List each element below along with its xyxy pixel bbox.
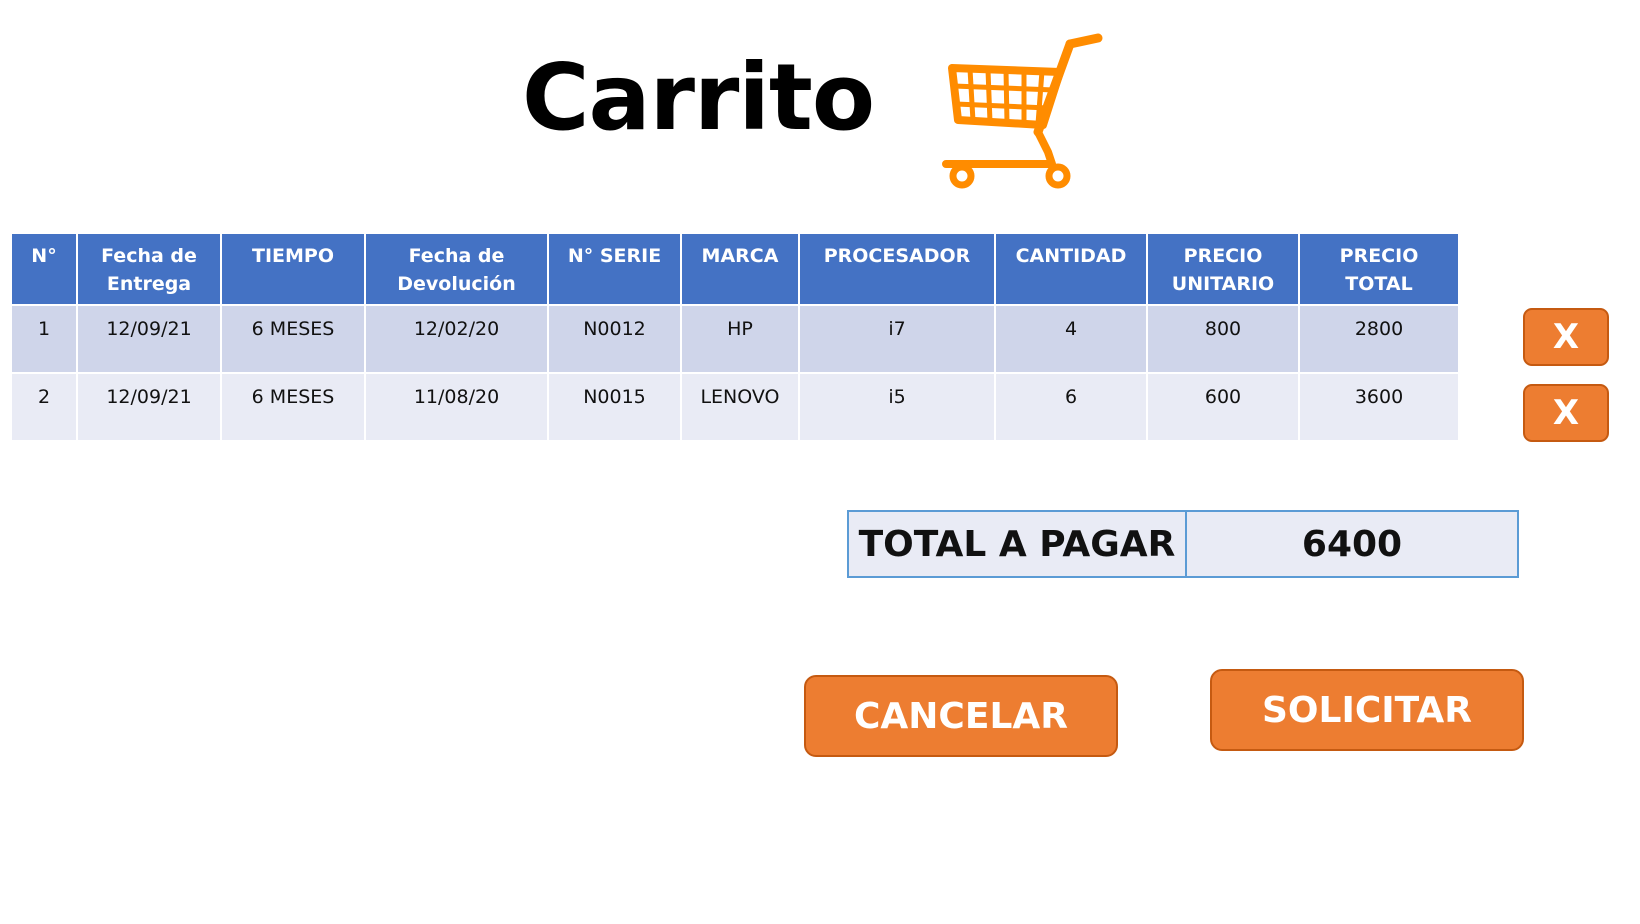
header-fecha-devolucion-line2: Devolución xyxy=(397,273,516,295)
cell-fecha-devolucion: 12/02/20 xyxy=(366,306,547,372)
header-serie: N° SERIE xyxy=(549,234,680,304)
shopping-cart-icon xyxy=(942,33,1103,189)
header-num: N° xyxy=(12,234,76,304)
header-cantidad: CANTIDAD xyxy=(996,234,1146,304)
cell-precio-unitario: 800 xyxy=(1148,306,1298,372)
cell-serie: N0012 xyxy=(549,306,680,372)
cell-marca: LENOVO xyxy=(682,374,798,440)
header-precio-total-line1: PRECIO xyxy=(1339,245,1419,267)
table-header-row: N° Fecha de Entrega TIEMPO Fecha de Devolu… xyxy=(12,234,1458,304)
header-procesador: PROCESADOR xyxy=(800,234,994,304)
header-precio-unitario-line1: PRECIO xyxy=(1183,245,1263,267)
cell-procesador: i7 xyxy=(800,306,994,372)
cell-num: 2 xyxy=(12,374,76,440)
header-fecha-devolucion-line1: Fecha de xyxy=(408,245,505,267)
cell-cantidad: 4 xyxy=(996,306,1146,372)
cell-precio-total: 2800 xyxy=(1300,306,1458,372)
cell-precio-unitario: 600 xyxy=(1148,374,1298,440)
cell-fecha-entrega: 12/09/21 xyxy=(78,306,220,372)
table-row: 1 12/09/21 6 MESES 12/02/20 N0012 HP i7 … xyxy=(12,306,1458,372)
cell-fecha-devolucion: 11/08/20 xyxy=(366,374,547,440)
cell-marca: HP xyxy=(682,306,798,372)
delete-row-2-button[interactable]: X xyxy=(1523,384,1609,442)
cell-fecha-entrega: 12/09/21 xyxy=(78,374,220,440)
cell-cantidad: 6 xyxy=(996,374,1146,440)
total-box: TOTAL A PAGAR 6400 xyxy=(847,510,1519,578)
header-fecha-entrega-line2: Entrega xyxy=(106,273,192,295)
header-fecha-devolucion: Fecha de Devolución xyxy=(366,234,547,304)
header-marca: MARCA xyxy=(682,234,798,304)
page-title: Carrito xyxy=(522,44,875,151)
cart-table: N° Fecha de Entrega TIEMPO Fecha de Devolu… xyxy=(10,232,1460,442)
cell-num: 1 xyxy=(12,306,76,372)
cell-serie: N0015 xyxy=(549,374,680,440)
header-precio-unitario-line2: UNITARIO xyxy=(1171,273,1275,295)
header-precio-unitario: PRECIO UNITARIO xyxy=(1148,234,1298,304)
total-label: TOTAL A PAGAR xyxy=(849,512,1187,576)
total-value: 6400 xyxy=(1301,523,1403,565)
header-fecha-entrega-line1: Fecha de xyxy=(101,245,197,267)
table-row: 2 12/09/21 6 MESES 11/08/20 N0015 LENOVO… xyxy=(12,374,1458,440)
submit-button[interactable]: SOLICITAR xyxy=(1210,669,1524,751)
cell-precio-total: 3600 xyxy=(1300,374,1458,440)
delete-row-1-button[interactable]: X xyxy=(1523,308,1609,366)
header-tiempo: TIEMPO xyxy=(222,234,364,304)
header-fecha-entrega: Fecha de Entrega xyxy=(78,234,220,304)
cell-tiempo: 6 MESES xyxy=(222,306,364,372)
cart-page: Carrito N° Fecha de Entrega TIEMPO Fecha… xyxy=(0,0,1640,924)
cell-procesador: i5 xyxy=(800,374,994,440)
header-precio-total: PRECIO TOTAL xyxy=(1300,234,1458,304)
header-precio-total-line2: TOTAL xyxy=(1345,273,1413,295)
cancel-button[interactable]: CANCELAR xyxy=(804,675,1118,757)
cell-tiempo: 6 MESES xyxy=(222,374,364,440)
